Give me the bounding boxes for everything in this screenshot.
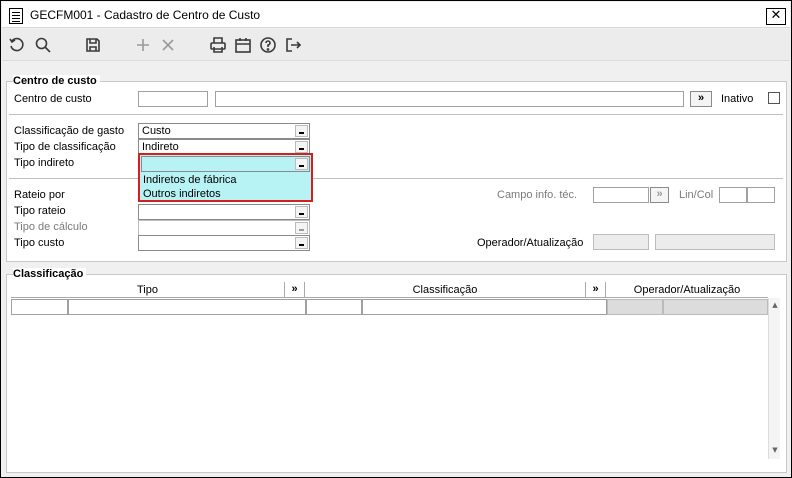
centro-description-input[interactable] (215, 91, 684, 107)
scroll-up-icon[interactable]: ▲ (770, 300, 780, 310)
vertical-scrollbar[interactable]: ▲ ▼ (768, 298, 780, 459)
tipo-indireto-dropdown[interactable]: Indiretos de fábrica Outros indiretos (138, 153, 313, 202)
rateio-por-label: Rateio por (14, 189, 65, 201)
classificacao-gasto-label: Classificação de gasto (14, 125, 125, 137)
centro-code-input[interactable] (138, 91, 208, 107)
operador-input (593, 234, 649, 250)
tipo-custo-label: Tipo custo (14, 237, 65, 249)
campo-info-button[interactable]: » (650, 187, 669, 203)
chevron-down-icon[interactable] (295, 125, 308, 137)
document-icon (9, 8, 23, 24)
inativo-label: Inativo (721, 93, 754, 105)
tipo-custo-select[interactable] (138, 235, 310, 251)
column-header-tipo[interactable]: Tipo (11, 282, 285, 298)
classificacao-gasto-value: Custo (142, 125, 171, 137)
centro-group-title: Centro de custo (13, 75, 100, 87)
column-header-operador[interactable]: Operador/Atualização (606, 282, 768, 298)
chevron-down-icon[interactable] (295, 141, 308, 153)
classificacao-lookup-button[interactable]: » (586, 282, 606, 298)
close-button[interactable]: ✕ (766, 8, 786, 25)
toolbar (2, 29, 790, 61)
tipo-rateio-label: Tipo rateio (14, 205, 66, 217)
tipo-classificacao-value: Indireto (142, 141, 179, 153)
save-icon[interactable] (83, 36, 103, 54)
undo-icon[interactable] (7, 36, 27, 54)
dropdown-option-indiretos-fabrica[interactable]: Indiretos de fábrica (143, 174, 237, 186)
tipo-classificacao-label: Tipo de classificação (14, 141, 116, 153)
chevron-down-icon[interactable] (295, 237, 308, 249)
operador-label: Operador/Atualização (477, 237, 584, 249)
centro-lookup-button[interactable]: » (690, 91, 712, 107)
divider (9, 114, 783, 115)
grid-header: Tipo » Classificação » Operador/Atualiza… (11, 282, 768, 298)
search-icon[interactable] (33, 36, 53, 54)
col-input[interactable] (747, 187, 775, 203)
grid-cell[interactable] (306, 299, 362, 315)
grid-cell (663, 299, 768, 315)
tipo-rateio-select[interactable] (138, 204, 310, 220)
print-icon[interactable] (208, 36, 228, 54)
centro-label: Centro de custo (14, 93, 92, 105)
delete-icon[interactable] (158, 36, 178, 54)
grid-cell[interactable] (11, 299, 68, 315)
help-icon[interactable] (258, 36, 278, 54)
tipo-calculo-label: Tipo de cálculo (14, 221, 88, 233)
tipo-indireto-label: Tipo indireto (14, 157, 75, 169)
chevron-down-icon[interactable] (295, 158, 308, 170)
tipo-indireto-select[interactable] (141, 156, 310, 172)
calendar-icon[interactable] (233, 36, 253, 54)
exit-icon[interactable] (283, 36, 303, 54)
lincol-label: Lin/Col (679, 189, 714, 201)
chevron-down-icon[interactable] (295, 206, 308, 218)
scroll-down-icon[interactable]: ▼ (770, 445, 780, 455)
column-header-classificacao[interactable]: Classificação (305, 282, 586, 298)
grid-cell[interactable] (362, 299, 607, 315)
inativo-checkbox[interactable] (768, 92, 780, 104)
title-bar: GECFM001 - Cadastro de Centro de Custo ✕ (2, 2, 790, 28)
grid-cell (607, 299, 663, 315)
classificacao-group-title: Classificação (13, 268, 87, 280)
tipo-lookup-button[interactable]: » (285, 282, 305, 298)
atualizacao-input (655, 234, 775, 250)
add-icon[interactable] (133, 36, 153, 54)
tipo-calculo-select (138, 220, 310, 236)
divider (9, 178, 783, 179)
main-window: GECFM001 - Cadastro de Centro de Custo ✕ (0, 0, 792, 478)
chevron-down-icon (295, 222, 308, 234)
campo-info-input[interactable] (593, 187, 649, 203)
window-title: GECFM001 - Cadastro de Centro de Custo (30, 8, 261, 22)
campo-info-label: Campo info. téc. (497, 189, 578, 201)
lin-input[interactable] (719, 187, 747, 203)
classificacao-gasto-select[interactable]: Custo (138, 123, 310, 139)
grid-cell[interactable] (68, 299, 306, 315)
dropdown-option-outros-indiretos[interactable]: Outros indiretos (143, 188, 221, 200)
